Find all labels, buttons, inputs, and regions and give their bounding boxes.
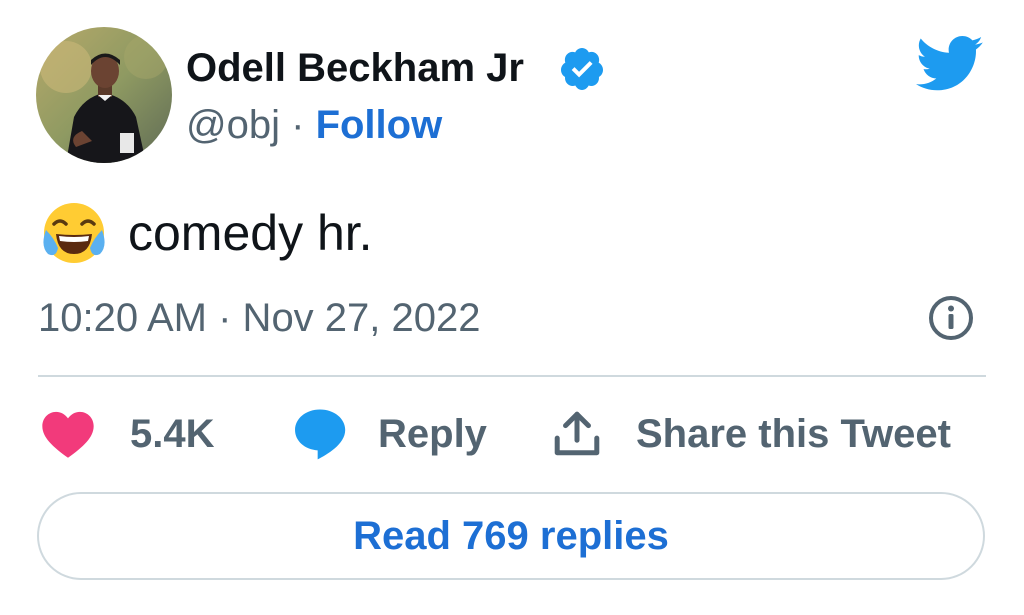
tweet-card: Odell Beckham Jr @obj · Follow comedy hr… xyxy=(0,0,1024,615)
avatar[interactable] xyxy=(36,27,172,163)
follow-link[interactable]: Follow xyxy=(316,103,443,147)
tears-of-joy-emoji-icon xyxy=(43,203,105,263)
reply-bubble-icon xyxy=(295,409,346,460)
heart-icon xyxy=(42,411,94,458)
share-button[interactable]: Share this Tweet xyxy=(552,404,951,464)
author-handle[interactable]: @obj xyxy=(186,103,280,147)
reply-label: Reply xyxy=(378,411,487,456)
like-button[interactable]: 5.4K xyxy=(40,404,215,464)
share-upload-icon xyxy=(554,411,600,456)
share-label: Share this Tweet xyxy=(636,411,951,456)
read-replies-label: Read 769 replies xyxy=(353,513,669,558)
like-count: 5.4K xyxy=(130,411,215,456)
handle-row: @obj · Follow xyxy=(186,101,442,149)
verified-badge-icon xyxy=(561,48,603,90)
divider xyxy=(38,375,986,377)
tweet-text: comedy hr. xyxy=(128,205,373,261)
tweet-body: comedy hr. xyxy=(40,200,373,266)
twitter-bird-icon[interactable] xyxy=(916,35,984,93)
tweet-timestamp[interactable]: 10:20 AM · Nov 27, 2022 xyxy=(38,292,481,344)
handle-separator: · xyxy=(291,103,305,147)
avatar-photo xyxy=(36,27,172,163)
action-bar: 5.4K Reply Share this Tweet xyxy=(40,404,980,464)
info-icon[interactable] xyxy=(927,294,975,342)
read-replies-button[interactable]: Read 769 replies xyxy=(37,492,985,580)
author-name[interactable]: Odell Beckham Jr xyxy=(186,44,524,92)
reply-button[interactable]: Reply xyxy=(292,404,487,464)
